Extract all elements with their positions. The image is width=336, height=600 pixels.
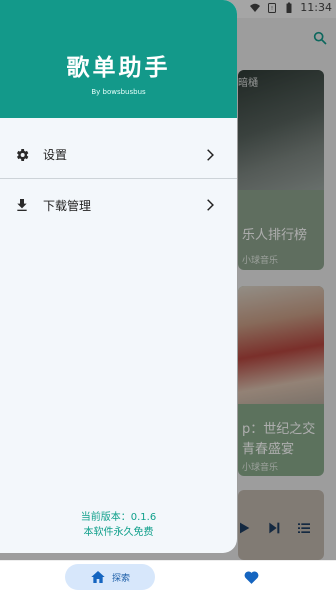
menu-label: 设置 (43, 148, 68, 162)
version-text: 当前版本：0.1.6 (80, 512, 157, 523)
navigation-drawer: 歌单助手 By bowsbusbus 设置 下载管理 当前版本：0.1.6 本软… (0, 0, 237, 553)
gear-icon (17, 148, 29, 161)
free-note: 本软件永久免费 (83, 527, 154, 538)
chevron-right-icon (207, 199, 214, 211)
nav-explore[interactable]: 探索 (65, 564, 155, 590)
nav-explore-label: 探索 (111, 573, 130, 584)
bottom-nav: 探索 (0, 560, 336, 600)
heart-icon[interactable] (243, 569, 260, 586)
app-title: 歌单助手 (66, 55, 171, 81)
version-info: 当前版本：0.1.6 本软件永久免费 (0, 510, 237, 540)
menu-item-settings[interactable]: 设置 (0, 131, 237, 179)
drawer-header: 歌单助手 By bowsbusbus (0, 0, 237, 118)
chevron-right-icon (207, 148, 214, 161)
app-byline: By bowsbusbus (91, 88, 146, 96)
menu-label: 下载管理 (43, 198, 92, 213)
home-icon (91, 571, 105, 583)
menu-item-downloads[interactable]: 下载管理 (0, 181, 237, 229)
download-icon (17, 199, 27, 211)
